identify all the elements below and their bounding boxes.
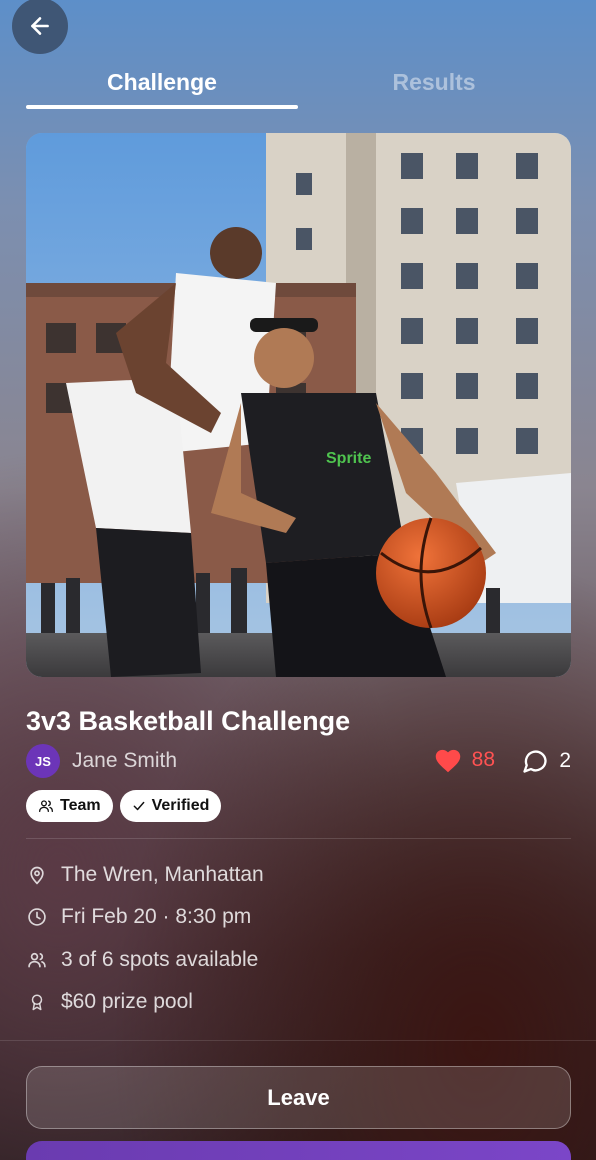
active-tab-indicator: [26, 105, 298, 109]
host-row: JS Jane Smith 88 2: [26, 744, 571, 780]
leave-button[interactable]: Leave: [26, 1066, 571, 1129]
event-hero-image: Sprite: [26, 133, 571, 677]
comments-button[interactable]: 2: [521, 747, 571, 775]
like-button[interactable]: 88: [434, 747, 495, 773]
check-icon: [133, 801, 145, 811]
tab-challenge[interactable]: Challenge: [26, 62, 298, 102]
divider: [0, 1040, 596, 1041]
detail-spots: 3 of 6 spots available: [26, 945, 258, 975]
divider: [26, 838, 571, 839]
comment-count: 2: [559, 749, 571, 772]
detail-prize: $60 prize pool: [26, 987, 193, 1017]
users-icon: [26, 949, 48, 971]
comment-icon: [523, 750, 547, 773]
users-icon: [39, 800, 53, 812]
award-icon: [26, 991, 48, 1013]
spots-text: 3 of 6 spots available: [61, 948, 259, 971]
detail-location[interactable]: The Wren, Manhattan: [26, 860, 264, 890]
tag-list: Team Verified: [26, 790, 222, 822]
datetime-text: Fri Feb 20 · 8:30 pm: [61, 905, 252, 928]
detail-datetime: Fri Feb 20 · 8:30 pm: [26, 902, 251, 932]
primary-action-button[interactable]: [26, 1141, 571, 1160]
tag-team: Team: [26, 790, 113, 822]
host-name[interactable]: Jane Smith: [72, 749, 177, 773]
clock-icon: [26, 906, 48, 928]
heart-icon: [435, 749, 460, 773]
tag-verified: Verified: [119, 790, 222, 822]
tab-bar: Challenge Results: [26, 62, 570, 112]
event-title: 3v3 Basketball Challenge: [26, 706, 351, 736]
tag-label: Verified: [151, 797, 210, 814]
back-button[interactable]: [12, 0, 68, 54]
arrow-left-icon: [31, 17, 49, 35]
tag-label: Team: [60, 797, 101, 814]
svg-text:Sprite: Sprite: [326, 450, 371, 467]
avatar[interactable]: JS: [26, 744, 60, 778]
location-text: The Wren, Manhattan: [61, 863, 264, 886]
like-count: 88: [471, 748, 495, 771]
tab-results[interactable]: Results: [298, 62, 570, 102]
map-pin-icon: [26, 864, 48, 886]
prize-text: $60 prize pool: [61, 990, 193, 1013]
